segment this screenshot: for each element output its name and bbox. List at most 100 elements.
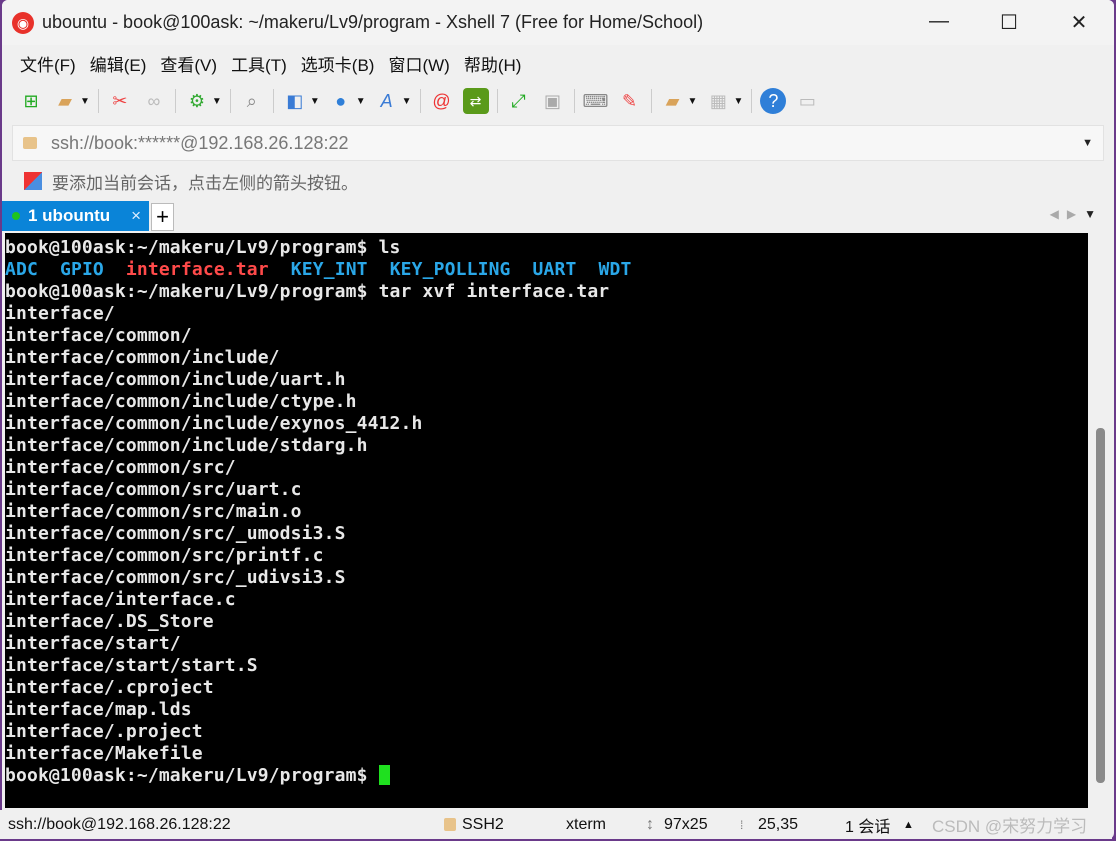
menu-file[interactable]: 文件(F) [20,51,76,76]
new-folder-icon[interactable]: ▰ [660,88,686,114]
status-sessions[interactable]: 1 会话 [845,813,890,837]
ls-entry: KEY_INT [290,259,368,280]
status-cursor: 25,35 [758,815,799,833]
new-tab-button[interactable]: + [151,203,174,231]
highlight-icon[interactable]: ✎ [617,88,643,114]
keyboard-icon[interactable]: ⌨ [583,88,609,114]
output-line: interface/Makefile [5,743,203,764]
chevron-down-icon[interactable]: ▼ [1082,137,1093,149]
scrollbar-thumb[interactable] [1096,428,1105,783]
menu-tabs[interactable]: 选项卡(B) [301,51,375,76]
output-line: interface/start/ [5,633,181,654]
ls-entry: ADC [5,259,38,280]
output-line: interface/common/src/_umodsi3.S [5,523,346,544]
layout-icon[interactable]: ▦ [705,88,731,114]
ls-entry: GPIO [59,259,104,280]
open-folder-icon[interactable]: ▰ [52,88,78,114]
xshell-icon[interactable]: @ [429,88,455,114]
divider [650,89,652,113]
divider [496,89,498,113]
menu-window[interactable]: 窗口(W) [388,51,449,76]
status-bar: ssh://book@192.168.26.128:22 SSH2 xterm … [0,810,1112,839]
chevron-down-icon[interactable]: ▼ [310,96,320,107]
transfer-icon[interactable]: ◧ [282,88,308,114]
menu-help[interactable]: 帮助(H) [464,51,522,76]
xftp-icon[interactable]: ⇄ [462,88,489,114]
divider [97,89,99,113]
divider [174,89,176,113]
prompt: book@100ask:~/makeru/Lv9/program$ [5,281,379,302]
properties-icon[interactable]: ⚙ [184,88,210,114]
xshell-logo-icon: ◉ [12,11,34,34]
terminal[interactable]: book@100ask:~/makeru/Lv9/program$ ls ADC G… [5,233,1088,808]
ls-entry: KEY_POLLING [389,259,511,280]
maximize-button[interactable]: ☐ [974,10,1044,35]
lock-icon [23,137,37,149]
output-line: interface/.cproject [5,677,214,698]
hint-text: 要添加当前会话，点击左侧的箭头按钮。 [52,173,358,193]
output-line: interface/common/src/main.o [5,501,302,522]
address-bar[interactable]: ssh://book:******@192.168.26.128:22 ▼ [12,125,1104,161]
lock-icon[interactable]: ▣ [540,88,566,114]
status-connection: ssh://book@192.168.26.128:22 [8,815,231,833]
search-icon[interactable]: ⌕ [239,88,265,114]
command: tar xvf interface.tar [378,281,610,302]
help-icon[interactable]: ? [760,88,787,114]
window-title: ubountu - book@100ask: ~/makeru/Lv9/prog… [42,12,704,32]
reconnect-icon[interactable]: ∞ [141,88,167,114]
chevron-down-icon[interactable]: ▼ [688,96,698,107]
watermark: CSDN @宋努力学习 [932,817,1088,836]
chevron-down-icon[interactable]: ▼ [80,96,90,107]
resize-icon: ↕ [646,815,654,833]
output-line: interface/common/src/uart.c [5,479,302,500]
font-icon[interactable]: A [374,88,400,114]
tab-scroll-arrows-icon[interactable]: ◀▶▼ [1050,207,1104,221]
fullscreen-icon[interactable]: ⤢ [506,88,532,114]
disconnect-icon[interactable]: ✂ [107,88,133,114]
menu-bar: 文件(F) 编辑(E) 查看(V) 工具(T) 选项卡(B) 窗口(W) 帮助(… [2,45,1114,81]
lock-icon [444,818,456,831]
chevron-down-icon[interactable]: ▼ [212,96,222,107]
close-button[interactable]: ✕ [1044,10,1114,35]
output-line: interface/common/include/exynos_4412.h [5,413,423,434]
chevron-down-icon[interactable]: ▼ [733,96,743,107]
tab-ubountu[interactable]: 1 ubountu × [2,201,149,231]
prompt: book@100ask:~/makeru/Lv9/program$ [5,765,379,786]
tab-close-icon[interactable]: × [131,206,141,226]
command: ls [378,237,401,258]
menu-tools[interactable]: 工具(T) [231,51,287,76]
address-text: ssh://book:******@192.168.26.128:22 [51,132,349,153]
divider [419,89,421,113]
output-line: interface/.DS_Store [5,611,214,632]
chevron-down-icon[interactable]: ▼ [402,96,412,107]
toolbar: ⊞ ▰ ▼ ✂ ∞ ⚙ ▼ ⌕ ◧ ▼ ● ▼ A ▼ @ ⇄ ⤢ ▣ ⌨ ✎ ▰ ▼ ▦ ▼… [2,81,1114,121]
output-line: interface/common/ [5,325,192,346]
output-line: interface/ [5,303,115,324]
menu-view[interactable]: 查看(V) [160,51,217,76]
output-line: interface/common/include/ctype.h [5,391,357,412]
output-line: interface/.project [5,721,203,742]
minimize-button[interactable]: — [904,10,974,35]
ls-entry: interface.tar [125,259,269,280]
output-line: interface/common/src/ [5,457,236,478]
output-line: interface/start/start.S [5,655,258,676]
divider [751,89,753,113]
output-line: interface/common/include/stdarg.h [5,435,368,456]
terminal-scrollbar[interactable] [1090,233,1110,808]
connected-status-icon [12,212,20,220]
divider [229,89,231,113]
chevron-up-icon[interactable]: ▲ [903,819,914,831]
new-session-icon[interactable]: ⊞ [18,88,44,114]
chevron-down-icon[interactable]: ▼ [356,96,366,107]
globe-icon[interactable]: ● [328,88,354,114]
tab-label: 1 ubountu [28,206,111,225]
status-term: xterm [566,815,606,833]
chat-icon[interactable]: ▭ [794,88,820,114]
output-line: interface/common/include/ [5,347,280,368]
divider [272,89,274,113]
terminal-cursor [378,765,390,785]
menu-edit[interactable]: 编辑(E) [90,51,147,76]
status-size: 97x25 [664,815,708,833]
add-session-arrow-icon[interactable] [24,172,42,190]
ls-entry: WDT [598,259,632,280]
